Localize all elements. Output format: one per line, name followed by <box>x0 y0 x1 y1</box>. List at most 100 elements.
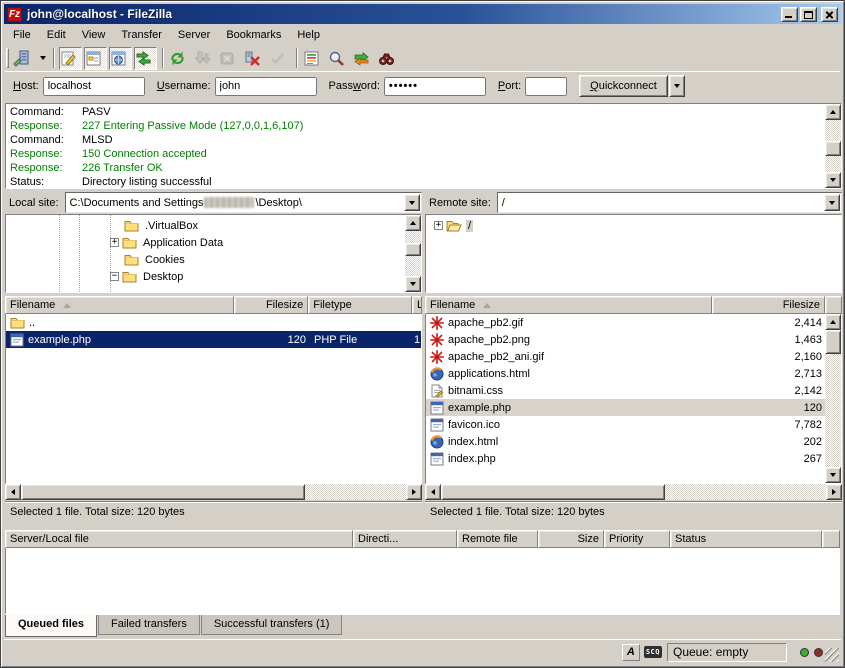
toggle-message-log-button[interactable] <box>59 47 82 70</box>
file-size-cell: 7,782 <box>713 419 826 431</box>
column-header-filesize[interactable]: Filesize <box>712 296 825 314</box>
scroll-up-button[interactable] <box>405 215 421 231</box>
disconnect-button[interactable] <box>243 47 266 70</box>
column-header-filetype[interactable]: Filetype <box>308 296 412 314</box>
menu-bookmarks[interactable]: Bookmarks <box>218 27 289 43</box>
process-queue-icon <box>194 50 211 67</box>
quickconnect-button[interactable]: Quickconnect <box>579 75 668 97</box>
queue-column-blank[interactable] <box>822 530 840 548</box>
tree-item[interactable]: +Application Data <box>6 234 405 251</box>
queue-column-priority[interactable]: Priority <box>604 530 670 548</box>
queue-column-remote-file[interactable]: Remote file <box>457 530 538 548</box>
site-manager-dropdown-button[interactable] <box>36 47 49 70</box>
refresh-icon <box>169 50 186 67</box>
column-header-filename[interactable]: Filename <box>425 296 712 314</box>
file-row[interactable]: index.html202 <box>426 433 825 450</box>
app-icon <box>430 401 444 415</box>
minimize-button[interactable] <box>781 7 798 22</box>
remote-list-hscrollbar[interactable] <box>425 484 842 500</box>
scroll-right-button[interactable] <box>826 484 842 500</box>
menu-edit[interactable]: Edit <box>39 27 74 43</box>
username-input[interactable] <box>215 77 317 96</box>
maximize-button[interactable] <box>800 7 817 22</box>
menu-transfer[interactable]: Transfer <box>113 27 170 43</box>
file-row[interactable]: apache_pb2.png1,463 <box>426 331 825 348</box>
synchronized-browsing-button[interactable] <box>352 47 375 70</box>
quickconnect-dropdown-button[interactable] <box>669 75 685 97</box>
file-row[interactable]: apache_pb2.gif2,414 <box>426 314 825 331</box>
tab-failed-transfers[interactable]: Failed transfers <box>98 615 200 635</box>
tab-queued-files[interactable]: Queued files <box>5 615 97 637</box>
menu-server[interactable]: Server <box>170 27 218 43</box>
tree-item-label: .VirtualBox <box>143 220 200 232</box>
file-row[interactable]: index.php267 <box>426 450 825 467</box>
toggle-transfer-queue-button[interactable] <box>134 47 157 70</box>
local-site-dropdown-button[interactable] <box>404 194 420 211</box>
queue-column-directi-[interactable]: Directi... <box>353 530 457 548</box>
queue-column-status[interactable]: Status <box>670 530 822 548</box>
maximize-icon <box>804 11 813 19</box>
remote-site-dropdown-button[interactable] <box>824 194 840 211</box>
file-row[interactable]: applications.html2,713 <box>426 365 825 382</box>
site-manager-button[interactable] <box>12 47 35 70</box>
resize-grip[interactable] <box>825 648 839 662</box>
tree-item[interactable]: Cookies <box>6 251 405 268</box>
scroll-right-button[interactable] <box>406 484 422 500</box>
file-row[interactable]: favicon.ico7,782 <box>426 416 825 433</box>
scroll-left-button[interactable] <box>5 484 21 500</box>
scroll-down-button[interactable] <box>825 467 841 483</box>
local-site-combo[interactable]: C:\Documents and Settings\Desktop\ <box>65 192 422 213</box>
local-tree-scrollbar[interactable] <box>405 215 421 292</box>
scrollbar-thumb[interactable] <box>405 243 421 256</box>
scroll-up-button[interactable] <box>825 104 841 120</box>
titlebar[interactable]: Fz john@localhost - FileZilla <box>4 4 841 24</box>
file-row[interactable]: .. <box>6 314 421 331</box>
local-file-list: .. example.php120PHP File1 <box>5 314 422 484</box>
filter-button[interactable] <box>302 47 325 70</box>
refresh-button[interactable] <box>168 47 191 70</box>
remote-site-combo[interactable]: / <box>497 192 842 213</box>
file-row[interactable]: example.php120PHP File1 <box>6 331 421 348</box>
collapse-icon[interactable]: − <box>110 272 119 281</box>
column-header-l[interactable]: L <box>412 296 422 314</box>
file-row[interactable]: apache_pb2_ani.gif2,160 <box>426 348 825 365</box>
scroll-down-button[interactable] <box>405 276 421 292</box>
file-row[interactable]: example.php120 <box>426 399 825 416</box>
directory-comparison-button[interactable] <box>327 47 350 70</box>
expand-icon[interactable]: + <box>110 238 119 247</box>
queue-column-server-local-file[interactable]: Server/Local file <box>5 530 353 548</box>
scrollbar-thumb[interactable] <box>825 330 841 354</box>
file-row[interactable]: bitnami.css2,142 <box>426 382 825 399</box>
expand-icon[interactable]: + <box>434 221 443 230</box>
password-input[interactable] <box>384 77 486 96</box>
tree-item-label: Cookies <box>143 254 187 266</box>
tab-successful-transfers-1-[interactable]: Successful transfers (1) <box>201 615 343 635</box>
message-log-scrollbar[interactable] <box>825 104 841 188</box>
menu-file[interactable]: File <box>5 27 39 43</box>
file-name: .. <box>29 317 35 329</box>
local-list-hscrollbar[interactable] <box>5 484 422 500</box>
scroll-up-button[interactable] <box>825 314 841 330</box>
scroll-left-button[interactable] <box>425 484 441 500</box>
scroll-down-button[interactable] <box>825 172 841 188</box>
host-input[interactable] <box>43 77 145 96</box>
scrollbar-thumb[interactable] <box>441 484 665 500</box>
speed-limit-icon: SCQ <box>644 646 662 658</box>
port-input[interactable] <box>525 77 567 96</box>
remote-list-scrollbar[interactable] <box>825 314 841 483</box>
find-files-button[interactable] <box>377 47 400 70</box>
file-type-cell: PHP File <box>310 334 414 346</box>
tree-item[interactable]: .VirtualBox <box>6 217 405 234</box>
toggle-local-tree-button[interactable] <box>84 47 107 70</box>
tree-item[interactable]: −Desktop <box>6 268 405 285</box>
scrollbar-thumb[interactable] <box>825 141 841 156</box>
menu-view[interactable]: View <box>74 27 114 43</box>
menu-help[interactable]: Help <box>289 27 328 43</box>
column-header-filename[interactable]: Filename <box>5 296 234 314</box>
toggle-remote-tree-button[interactable] <box>109 47 132 70</box>
column-header-filesize[interactable]: Filesize <box>234 296 308 314</box>
queue-column-size[interactable]: Size <box>538 530 604 548</box>
tree-item[interactable]: +/ <box>426 217 841 234</box>
scrollbar-thumb[interactable] <box>21 484 305 500</box>
close-button[interactable] <box>821 7 838 22</box>
